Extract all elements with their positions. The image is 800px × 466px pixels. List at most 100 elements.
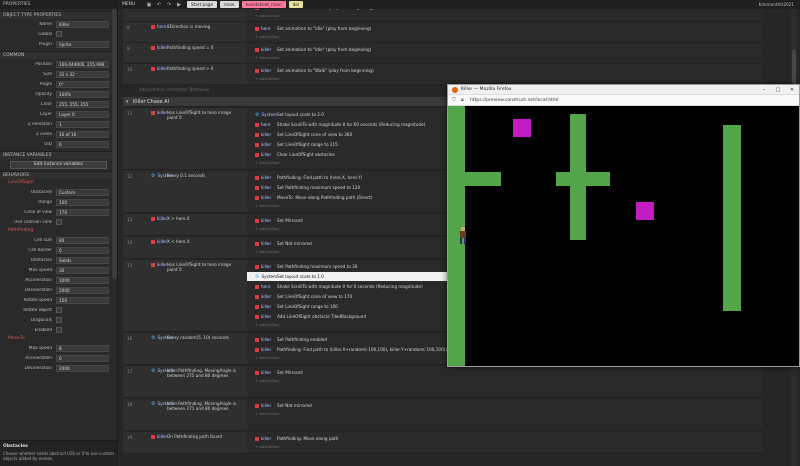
action-line[interactable]: killer Pathfinding: Move along path xyxy=(247,434,727,443)
condition-line[interactable]: killer X > hero.X xyxy=(145,216,243,226)
event-condition[interactable]: killer Pathfinding speed = 0 xyxy=(145,43,243,63)
event-condition[interactable]: ⚙ System Every 0.1 seconds xyxy=(145,171,243,212)
event-row[interactable]: 9 killer Pathfinding speed = 0 killer Set an… xyxy=(123,43,763,64)
behavior-pathfinding[interactable]: Pathfinding xyxy=(0,227,117,235)
property-checkbox[interactable] xyxy=(56,327,62,333)
condition-line[interactable]: hero8Direction is moving xyxy=(145,24,243,42)
condition-line[interactable]: ⚙ System killer.Pathfinding. MovingAngle i… xyxy=(145,368,243,394)
event-condition[interactable]: killer Has LineOfSight to hero image poin… xyxy=(145,108,243,169)
event-condition[interactable]: killer X > hero.X xyxy=(145,214,243,235)
add-action-link[interactable]: + Add action xyxy=(255,55,280,60)
maximize-icon[interactable]: □ xyxy=(771,87,785,93)
property-value[interactable]: 2000 xyxy=(56,286,109,294)
event-row[interactable]: 19 killer On Pathfinding path found killer P… xyxy=(123,432,763,454)
event-row[interactable]: 17 ⚙ System killer.Pathfinding. MovingAngle… xyxy=(123,366,763,398)
properties-scrollbar[interactable] xyxy=(112,9,117,279)
property-value[interactable]: Layer 0 xyxy=(56,110,109,118)
menu-button[interactable]: MENU xyxy=(122,2,144,7)
add-action-link[interactable]: + Add action xyxy=(255,34,280,39)
action-line[interactable]: killer Set Not mirrored xyxy=(247,401,727,410)
redo-icon[interactable]: ↷ xyxy=(166,2,172,8)
property-value[interactable]: Sprite xyxy=(56,40,109,48)
property-value[interactable]: 166.044006, 215.988 xyxy=(56,60,109,68)
condition-line[interactable]: killer Pathfinding speed > 0 xyxy=(145,66,243,84)
action-line[interactable]: killer Set animation to "Walk" (play from… xyxy=(247,66,727,75)
property-checkbox[interactable] xyxy=(56,307,62,313)
add-action-link[interactable]: + Add action xyxy=(255,203,280,208)
minimize-icon[interactable]: – xyxy=(757,87,771,93)
section-behaviors[interactable]: BEHAVIORS xyxy=(0,171,117,179)
condition-line[interactable]: killer X < hero.X xyxy=(145,239,243,249)
game-canvas[interactable] xyxy=(448,106,799,366)
event-condition[interactable]: hero8Direction is moving xyxy=(145,22,243,42)
condition-line[interactable]: ⚙ System Every random(5, 10) seconds xyxy=(145,335,243,353)
property-checkbox[interactable] xyxy=(56,31,62,37)
add-action-link[interactable]: + Add action xyxy=(255,444,280,449)
property-value[interactable]: 2000 xyxy=(56,364,109,372)
tab-eventsheet-main[interactable]: eventsheet_main xyxy=(241,1,286,8)
add-action-link[interactable]: + Add action xyxy=(255,226,280,231)
property-value[interactable]: 6 xyxy=(56,140,109,148)
condition-line[interactable]: ⚙ System Every 0.1 seconds xyxy=(145,173,243,191)
tab-start-page[interactable]: Start page xyxy=(187,1,218,8)
condition-line[interactable]: killer Has LineOfSight to hero image poin… xyxy=(145,110,243,130)
condition-line[interactable]: ⚙ System killer.Pathfinding. MovingAngle i… xyxy=(145,401,243,427)
condition-line[interactable]: killer On Pathfinding path found xyxy=(145,434,243,446)
add-action-link[interactable]: + Add action xyxy=(255,355,280,360)
action-line[interactable]: killer Set animation to "Idle" (play from… xyxy=(247,45,727,54)
property-value[interactable]: 0° xyxy=(56,80,109,88)
property-value[interactable]: Custom xyxy=(56,188,109,196)
add-action-link[interactable]: + Add action xyxy=(255,249,280,254)
undo-icon[interactable]: ↶ xyxy=(156,2,162,8)
property-value[interactable]: 1000 xyxy=(56,276,109,284)
edit-instance-variables-button[interactable]: Edit instance variables xyxy=(10,161,107,169)
event-condition[interactable]: killer Pathfinding speed > 0 xyxy=(145,64,243,84)
section-instance-variables[interactable]: INSTANCE VARIABLES xyxy=(0,151,117,159)
event-row[interactable]: 8 hero 8Direction is moving hero Set animati… xyxy=(123,22,763,43)
play-icon[interactable]: ▶ xyxy=(176,2,182,8)
property-value[interactable]: 150 xyxy=(56,296,109,304)
property-value[interactable]: 170 xyxy=(56,208,109,216)
action-line[interactable]: hero Set animation to "Idle" (play from b… xyxy=(247,24,727,33)
event-condition[interactable]: ⚙ System Every random(5, 10) seconds xyxy=(145,333,243,364)
condition-line[interactable]: hero8Direction is moving xyxy=(145,9,243,21)
event-condition[interactable]: killer Has LineOfSight to hero image poin… xyxy=(145,260,243,331)
section-common[interactable]: COMMON xyxy=(0,51,117,59)
behavior-moveto[interactable]: MoveTo xyxy=(0,335,117,343)
property-value[interactable]: Killer xyxy=(56,20,109,28)
add-action-link[interactable]: + Add action xyxy=(255,160,280,165)
property-checkbox[interactable] xyxy=(56,219,62,225)
close-icon[interactable]: ✕ xyxy=(785,87,799,93)
event-condition[interactable]: killer X < hero.X xyxy=(145,237,243,258)
tab-del[interactable]: del xyxy=(288,1,304,8)
property-value[interactable]: 32 x 32 xyxy=(56,70,109,78)
event-condition[interactable]: ⚙ System killer.Pathfinding. MovingAngle i… xyxy=(145,366,243,397)
action-line[interactable]: hero Set animation to "Walk" (play from b… xyxy=(247,9,727,12)
add-action-link[interactable]: + Add action xyxy=(255,322,280,327)
property-value[interactable]: 100% xyxy=(56,90,109,98)
property-value[interactable]: 16 of 16 xyxy=(56,130,109,138)
shield-icon[interactable]: ⛉ xyxy=(452,97,458,103)
add-action-link[interactable]: + Add action xyxy=(255,76,280,81)
property-value[interactable]: 100 xyxy=(56,198,109,206)
event-condition[interactable]: hero8Direction is moving xyxy=(145,9,243,21)
property-checkbox[interactable] xyxy=(56,317,62,323)
event-condition[interactable]: killer On Pathfinding path found xyxy=(145,432,243,453)
property-value[interactable]: Solids xyxy=(56,256,109,264)
user-account[interactable]: Kdemontfdr2021 xyxy=(759,0,794,9)
collapse-icon[interactable]: ▾ xyxy=(126,99,129,105)
property-value[interactable]: 30 xyxy=(56,266,109,274)
url-bar[interactable]: ⛉ 🔒︎ https://preview.construct.net/local… xyxy=(448,95,799,106)
event-condition[interactable]: ⚙ System killer.Pathfinding. MovingAngle i… xyxy=(145,399,243,430)
condition-line[interactable]: killer Has LineOfSight to hero image poin… xyxy=(145,262,243,284)
event-row[interactable]: 7hero8Direction is movingheroSet animati… xyxy=(123,9,763,22)
save-icon[interactable]: ▣ xyxy=(146,2,152,8)
property-value[interactable]: 80 xyxy=(56,236,109,244)
section-object-type[interactable]: OBJECT TYPE PROPERTIES xyxy=(0,11,117,19)
property-value[interactable]: 0 xyxy=(56,246,109,254)
add-action-link[interactable]: + Add action xyxy=(255,13,280,18)
url-text[interactable]: https://preview.construct.net/local.html xyxy=(470,98,559,103)
event-row[interactable]: 10 killer Pathfinding speed > 0 killer Set a… xyxy=(123,64,763,85)
lock-icon[interactable]: 🔒︎ xyxy=(461,97,467,103)
condition-line[interactable]: killer Pathfinding speed = 0 xyxy=(145,45,243,63)
